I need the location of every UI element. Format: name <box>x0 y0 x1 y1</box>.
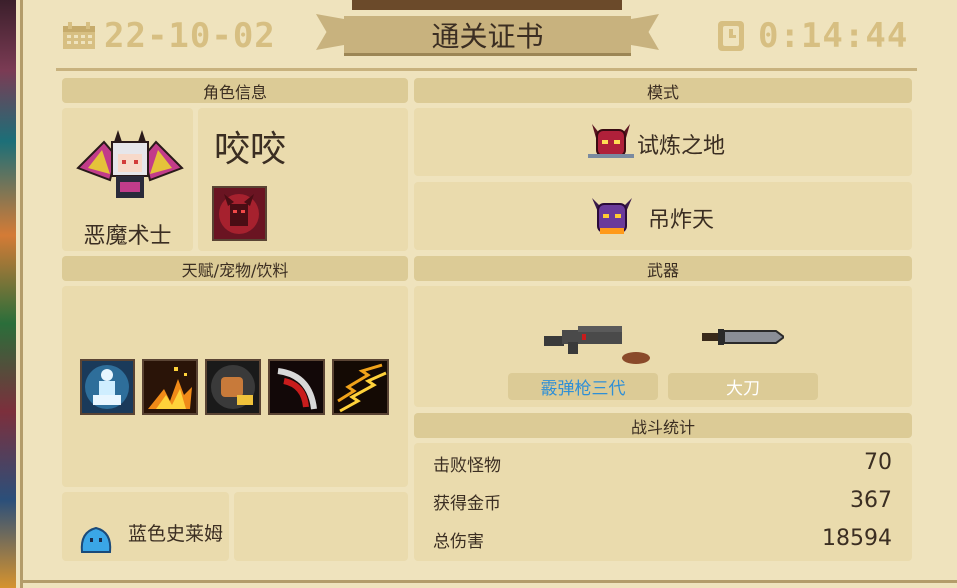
clear-time: 0:14:44 <box>758 16 909 56</box>
demon-skill-icon <box>212 186 267 241</box>
talents-pets-drinks-header: 天赋/宠物/饮料 <box>62 256 408 281</box>
mode-item-label: 吊炸天 <box>648 208 715 233</box>
stat-label: 获得金币 <box>433 494 501 514</box>
shotgun-icon[interactable] <box>542 322 656 366</box>
glowing-statue-icon[interactable] <box>80 359 135 415</box>
demon-helmet-icon <box>588 118 634 164</box>
drink-cell <box>234 492 408 561</box>
lightning-floor-icon[interactable] <box>332 359 389 415</box>
background-game-strip <box>0 0 16 588</box>
certificate-title: 通关证书 <box>344 16 631 56</box>
stat-label: 总伤害 <box>433 532 484 552</box>
character-class-name: 恶魔术士 <box>83 224 172 249</box>
fist-punch-icon[interactable] <box>205 359 261 415</box>
mode-item-label: 试炼之地 <box>637 134 726 159</box>
frame-bottom-border <box>20 580 957 583</box>
demon-warlock-sprite-icon <box>74 128 186 208</box>
fire-burst-icon[interactable] <box>142 359 198 415</box>
blue-slime-icon <box>78 524 114 554</box>
header-divider <box>56 68 917 71</box>
calendar-icon <box>62 22 96 50</box>
mode-header: 模式 <box>414 78 912 103</box>
player-name: 咬咬 <box>214 129 287 170</box>
stat-value: 367 <box>850 488 892 513</box>
weapon-label: 大刀 <box>668 373 818 400</box>
weapons-header: 武器 <box>414 256 912 281</box>
stat-label: 击败怪物 <box>433 456 501 476</box>
stat-value: 70 <box>864 450 892 475</box>
top-ornament <box>352 0 622 10</box>
clock-icon <box>716 19 746 53</box>
battle-stats-header: 战斗统计 <box>414 413 912 438</box>
clear-date: 22-10-02 <box>104 16 276 56</box>
great-blade-icon[interactable] <box>702 325 786 349</box>
stat-value: 18594 <box>822 526 892 551</box>
pet-name: 蓝色史莱姆 <box>128 523 224 545</box>
weapons-cell <box>414 286 912 407</box>
weapon-label: 霰弹枪三代 <box>508 373 658 400</box>
purple-demon-icon <box>590 194 634 238</box>
scythe-slash-icon[interactable] <box>268 359 325 415</box>
character-info-header: 角色信息 <box>62 78 408 103</box>
